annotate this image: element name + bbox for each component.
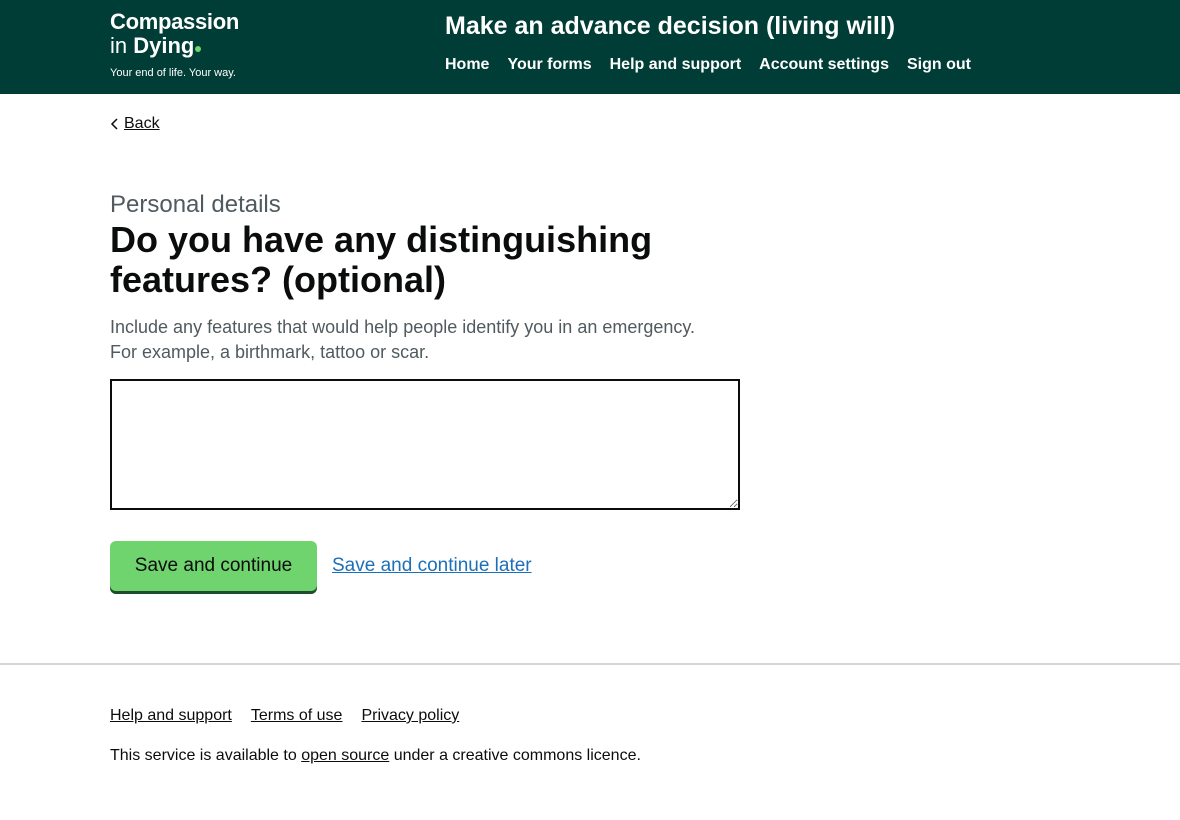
footer-links: Help and support Terms of use Privacy po…: [110, 705, 459, 727]
section-caption: Personal details: [110, 191, 281, 218]
licence-text-after: under a creative commons licence.: [389, 747, 641, 764]
nav-help-and-support[interactable]: Help and support: [610, 54, 742, 76]
logo-line-2: in Dying: [110, 33, 202, 58]
page-title: Do you have any distinguishing features?…: [110, 219, 653, 300]
back-link-container: Back: [110, 113, 160, 135]
logo-dot-icon: [195, 46, 202, 52]
footer-link-help-and-support[interactable]: Help and support: [110, 705, 232, 727]
field-hint: Include any features that would help peo…: [110, 317, 696, 362]
licence-text-before: This service is available to: [110, 747, 302, 764]
nav-account-settings[interactable]: Account settings: [759, 54, 889, 76]
logo-tagline: Your end of life. Your way.: [110, 67, 236, 79]
chevron-left-icon: [110, 118, 118, 130]
footer-link-terms-of-use[interactable]: Terms of use: [251, 705, 343, 727]
licence-statement: This service is available to open source…: [110, 745, 641, 767]
header-navigation: Home Your forms Help and support Account…: [445, 54, 971, 76]
save-and-continue-button[interactable]: Save and continue: [110, 541, 317, 591]
logo-line-2-prefix: in: [110, 33, 134, 58]
nav-home[interactable]: Home: [445, 54, 489, 76]
distinguishing-features-textarea[interactable]: [110, 379, 740, 510]
nav-sign-out[interactable]: Sign out: [907, 54, 971, 76]
logo-line-1: Compassion: [110, 9, 240, 34]
logo-line-2-word: Dying: [133, 33, 195, 58]
back-link[interactable]: Back: [124, 113, 160, 135]
site-header: Compassion in Dying Your end of life. Yo…: [0, 0, 1180, 94]
nav-your-forms[interactable]: Your forms: [507, 54, 591, 76]
footer-link-privacy-policy[interactable]: Privacy policy: [361, 705, 459, 727]
save-and-continue-later-link[interactable]: Save and continue later: [332, 553, 532, 579]
compassion-in-dying-logo[interactable]: Compassion in Dying Your end of life. Yo…: [110, 10, 260, 82]
footer-divider: [0, 663, 1180, 665]
service-name[interactable]: Make an advance decision (living will): [445, 10, 895, 42]
open-source-link[interactable]: open source: [301, 747, 389, 764]
